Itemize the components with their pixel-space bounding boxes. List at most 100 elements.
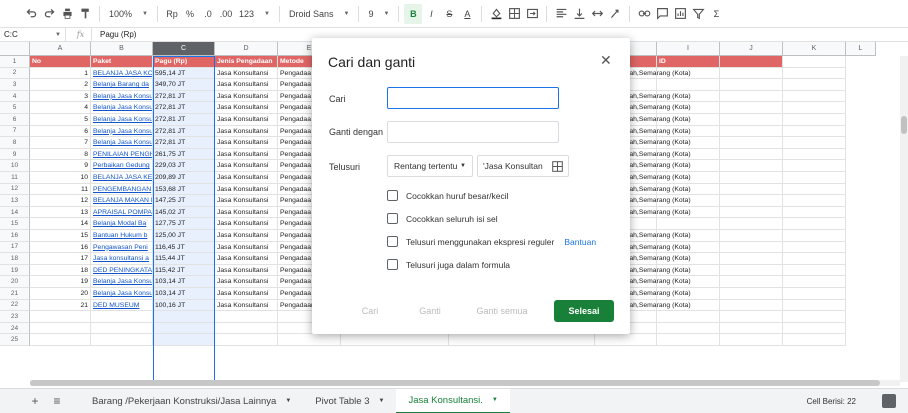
cell[interactable]: 153,68 JT (153, 183, 215, 196)
cell[interactable]: 261,75 JT (153, 148, 215, 161)
match-entire-cell-option[interactable]: Cocokkan seluruh isi sel (387, 213, 498, 224)
range-input[interactable]: 'Jasa Konsultan (477, 155, 569, 177)
cell[interactable] (720, 334, 783, 346)
explore-icon[interactable] (882, 394, 896, 408)
cell[interactable]: 125,00 JT (153, 230, 215, 242)
cell[interactable]: 21 (30, 299, 91, 312)
cell[interactable]: DED MUSEUM (91, 299, 153, 312)
cell[interactable]: Jasa Konsultansi (215, 148, 278, 161)
cell[interactable]: Jasa Konsultansi (215, 299, 278, 312)
cell[interactable]: BELANJA JASA KER (91, 172, 153, 184)
cell[interactable] (657, 183, 720, 196)
cell[interactable] (783, 183, 846, 196)
cell[interactable] (783, 253, 846, 265)
chart-icon[interactable] (671, 4, 689, 24)
cell[interactable] (720, 311, 783, 323)
cell[interactable]: Belanja Barang da (91, 79, 153, 91)
cell[interactable] (720, 137, 783, 149)
cell[interactable]: Belanja Jasa Konsu (91, 137, 153, 149)
cell[interactable]: 13 (30, 206, 91, 219)
row-header[interactable]: 4 (0, 90, 30, 103)
cell[interactable]: Jasa Konsultansi (215, 183, 278, 196)
cell[interactable]: Belanja Jasa Konsu (91, 114, 153, 126)
cell[interactable] (720, 125, 783, 138)
column-header-d[interactable]: D (215, 42, 278, 56)
functions-button[interactable]: Σ (707, 4, 725, 24)
cell[interactable]: Belanja Jasa Konsu (91, 288, 153, 300)
cell[interactable]: 12 (30, 195, 91, 207)
cell[interactable]: 147,25 JT (153, 195, 215, 207)
cell[interactable]: Belanja Jasa Konsu (91, 125, 153, 138)
cell[interactable] (783, 276, 846, 288)
row-header[interactable]: 2 (0, 67, 30, 80)
row-header[interactable]: 16 (0, 230, 30, 242)
text-wrap-icon[interactable] (588, 4, 606, 24)
cell[interactable]: Jasa Konsultansi (215, 172, 278, 184)
search-formulas-checkbox[interactable] (387, 259, 398, 270)
cell[interactable]: Jasa Konsultansi (215, 230, 278, 242)
more-formats-dropdown[interactable]: 123 ▼ (235, 4, 274, 24)
sheet-tab-barang[interactable]: Barang /Pekerjaan Konstruksi/Jasa Lainny… (80, 389, 303, 413)
align-left-icon[interactable] (552, 4, 570, 24)
row-header[interactable]: 8 (0, 137, 30, 149)
row-header[interactable]: 13 (0, 195, 30, 207)
cell[interactable]: Jasa konsultansi a (91, 253, 153, 265)
cell[interactable] (595, 334, 657, 346)
cell[interactable] (657, 90, 720, 103)
cell[interactable] (783, 311, 846, 323)
cell[interactable]: DED PENINGKATA (91, 264, 153, 277)
row-header[interactable]: 22 (0, 299, 30, 312)
cell[interactable] (720, 299, 783, 312)
cell[interactable]: Jasa Konsultansi (215, 264, 278, 277)
cell[interactable]: 7 (30, 137, 91, 149)
cell[interactable]: 349,70 JT (153, 79, 215, 91)
match-entire-cell-checkbox[interactable] (387, 213, 398, 224)
cell[interactable] (657, 218, 720, 230)
font-dropdown[interactable]: Droid Sans ▼ (285, 4, 353, 24)
cell[interactable]: Jasa Konsultansi (215, 79, 278, 91)
cell[interactable]: Jasa Konsultansi (215, 288, 278, 300)
cell[interactable] (783, 67, 846, 80)
cell[interactable] (720, 230, 783, 242)
cell[interactable]: 2 (30, 79, 91, 91)
cell[interactable] (657, 230, 720, 242)
cell[interactable]: PENILAIAN PENGH (91, 148, 153, 161)
paint-format-icon[interactable] (76, 4, 94, 24)
text-color-button[interactable]: A (458, 4, 476, 24)
cell[interactable]: 145,02 JT (153, 206, 215, 219)
strikethrough-button[interactable]: S (440, 4, 458, 24)
match-case-checkbox[interactable] (387, 190, 398, 201)
cell[interactable]: 15 (30, 230, 91, 242)
cell[interactable] (783, 299, 846, 312)
cell[interactable] (657, 125, 720, 138)
cell[interactable]: Jasa Konsultansi (215, 90, 278, 103)
cell[interactable]: 17 (30, 253, 91, 265)
cell[interactable] (91, 311, 153, 323)
cell[interactable]: Jasa Konsultansi (215, 67, 278, 80)
cell[interactable] (783, 148, 846, 161)
help-link[interactable]: Bantuan (564, 237, 596, 247)
cell[interactable] (657, 172, 720, 184)
cell[interactable]: Perbaikan Gedung (91, 160, 153, 172)
select-range-icon[interactable] (552, 160, 563, 172)
row-header[interactable]: 24 (0, 322, 30, 335)
cell[interactable]: 272,81 JT (153, 90, 215, 103)
cell[interactable] (657, 311, 720, 323)
row-header[interactable]: 3 (0, 79, 30, 91)
cell[interactable] (783, 90, 846, 103)
cell[interactable]: No (30, 56, 91, 68)
cell[interactable] (783, 218, 846, 230)
bold-button[interactable]: B (404, 3, 423, 24)
borders-icon[interactable] (505, 4, 523, 24)
match-case-option[interactable]: Cocokkan huruf besar/kecil (387, 190, 509, 201)
valign-bottom-icon[interactable] (570, 4, 588, 24)
cell[interactable]: 16 (30, 241, 91, 254)
cell[interactable] (783, 288, 846, 300)
cell[interactable] (91, 322, 153, 335)
select-all-corner[interactable] (0, 42, 30, 56)
cell[interactable]: 272,81 JT (153, 114, 215, 126)
cell[interactable]: APRAISAL POMPA (91, 206, 153, 219)
cell[interactable]: 272,81 JT (153, 125, 215, 138)
cell[interactable] (783, 264, 846, 277)
horizontal-scrollbar[interactable] (30, 380, 900, 386)
